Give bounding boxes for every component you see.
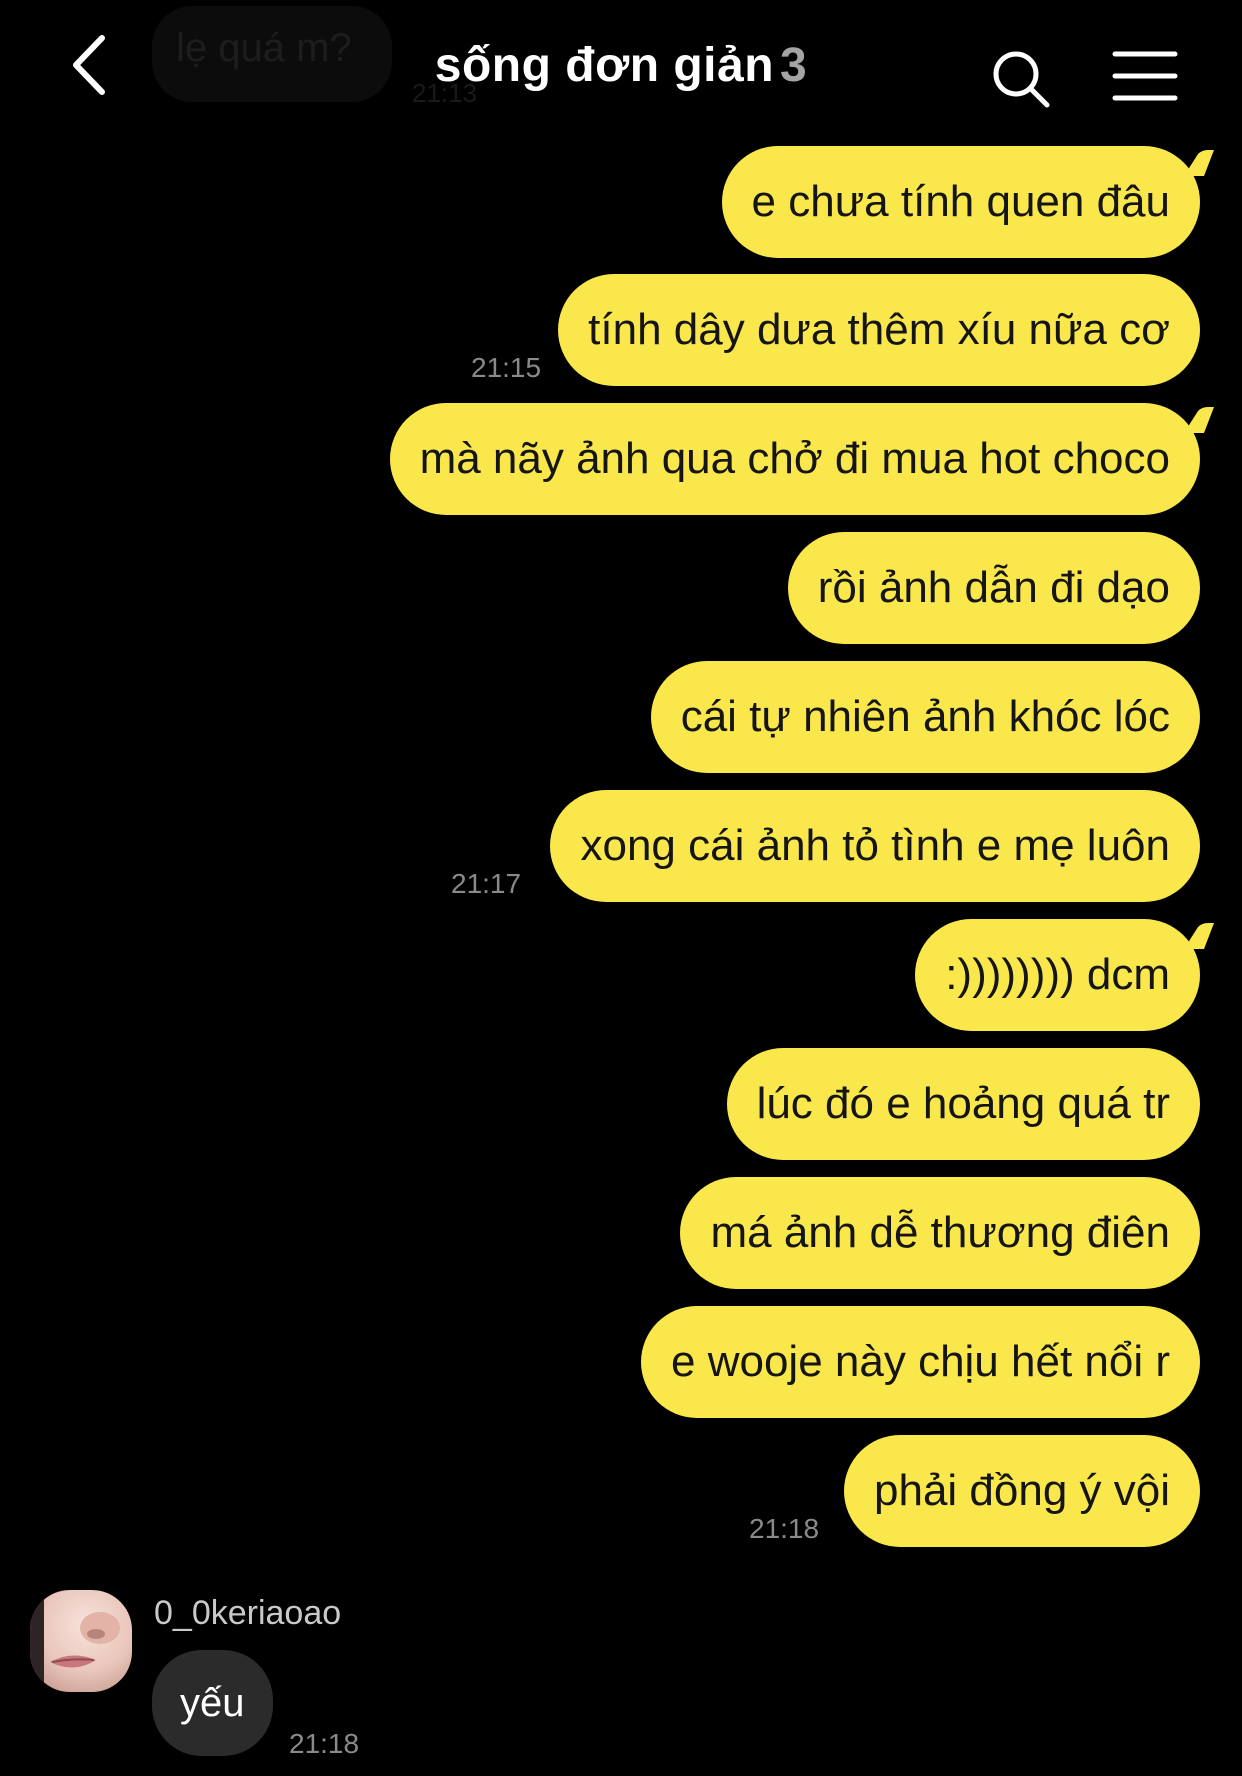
message-timestamp: 21:18 (749, 1513, 820, 1544)
search-icon (993, 51, 1050, 108)
hamburger-menu-icon (1112, 51, 1178, 101)
outgoing-message-bubble[interactable]: e wooje này chịu hết nổi r (641, 1306, 1200, 1418)
outgoing-message-bubble[interactable]: e chưa tính quen đâu (721, 146, 1200, 258)
outgoing-message-bubble[interactable]: :)))))))) dcm (915, 919, 1200, 1031)
avatar-image (30, 1590, 132, 1692)
message-timestamp: 21:18 (289, 1728, 360, 1759)
outgoing-message-bubble[interactable]: mà nãy ảnh qua chở đi mua hot choco (389, 403, 1200, 515)
outgoing-message-bubble[interactable]: tính dây dưa thêm xíu nữa cơ (558, 274, 1200, 386)
menu-button[interactable] (1112, 50, 1178, 102)
message-timestamp: 21:15 (471, 352, 542, 383)
outgoing-message-bubble[interactable]: lúc đó e hoảng quá tr (726, 1048, 1200, 1160)
outgoing-message-bubble[interactable]: rồi ảnh dẫn đi dạo (787, 532, 1200, 644)
sender-avatar[interactable] (30, 1590, 132, 1692)
outgoing-message-bubble[interactable]: cái tự nhiên ảnh khóc lóc (650, 661, 1200, 773)
outgoing-message-bubble[interactable]: phải đồng ý vội (844, 1435, 1200, 1547)
message-timestamp: 21:17 (451, 868, 522, 899)
incoming-message-bubble[interactable]: yếu (152, 1650, 273, 1756)
sender-name: 0_0keriaoao (154, 1594, 342, 1632)
chat-title: sống đơn giản 3 (0, 38, 1242, 93)
outgoing-message-bubble[interactable]: xong cái ảnh tỏ tình e mẹ luôn (550, 790, 1200, 902)
chat-header: lẹ quá m? 21:13 sống đơn giản 3 (0, 0, 1242, 140)
search-button[interactable] (990, 48, 1052, 110)
member-count: 3 (780, 39, 808, 92)
outgoing-message-bubble[interactable]: má ảnh dễ thương điên (680, 1177, 1200, 1289)
chat-name: sống đơn giản (434, 39, 775, 92)
